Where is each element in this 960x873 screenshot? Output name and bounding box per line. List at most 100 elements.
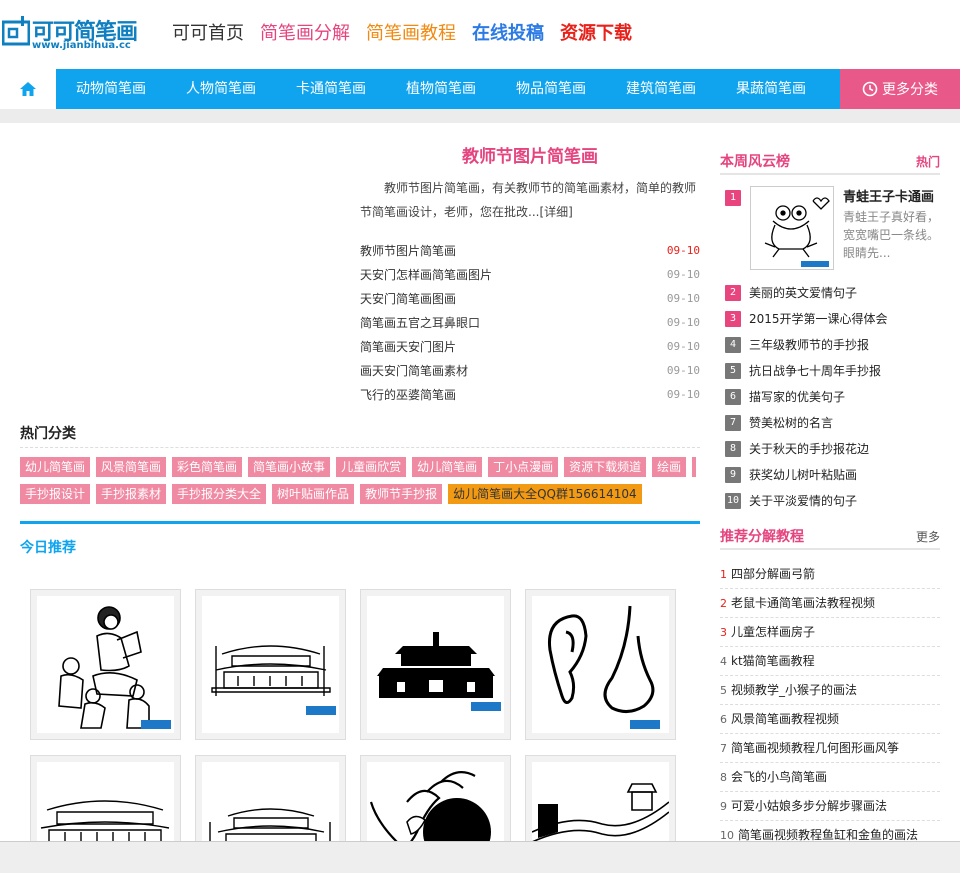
more-categories-button[interactable]: 更多分类 bbox=[840, 69, 960, 109]
list-item-title[interactable]: 飞行的巫婆简笔画 bbox=[360, 383, 456, 407]
tag-link[interactable]: 儿童画欣赏 bbox=[336, 457, 407, 477]
thumbnail-tiananmen-2[interactable] bbox=[360, 589, 511, 740]
rank-link[interactable]: 2015开学第一课心得体会 bbox=[749, 309, 888, 329]
tutorial-link[interactable]: 简笔画视频教程鱼缸和金鱼的画法 bbox=[738, 828, 918, 842]
list-item-title[interactable]: 简笔画五官之耳鼻眼口 bbox=[360, 311, 480, 335]
feature-desc-text: 教师节图片简笔画，有关教师节的简笔画素材，简单的教师节简笔画设计，老师，您在批改… bbox=[360, 181, 697, 219]
rank-link[interactable]: 抗日战争七十周年手抄报 bbox=[749, 361, 881, 381]
site-logo[interactable]: 可可简笔画 www.jianbihua.cc bbox=[0, 12, 140, 52]
tutorial-index: 6 bbox=[720, 713, 727, 726]
list-item[interactable]: 2 美丽的英文爱情句子 bbox=[725, 281, 940, 307]
tag-link[interactable]: 风景简笔画 bbox=[96, 457, 167, 477]
thumbnail-teacher[interactable] bbox=[30, 589, 181, 740]
thumbnail-ear-nose[interactable] bbox=[525, 589, 676, 740]
rank-link[interactable]: 关于平淡爱情的句子 bbox=[749, 491, 857, 511]
list-item[interactable]: 3 2015开学第一课心得体会 bbox=[725, 307, 940, 333]
rank-link[interactable]: 关于秋天的手抄报花边 bbox=[749, 439, 869, 459]
list-item[interactable]: 4 kt猫简笔画教程 bbox=[720, 647, 940, 676]
category-cartoon[interactable]: 卡通简笔画 bbox=[276, 69, 386, 109]
category-building[interactable]: 建筑简笔画 bbox=[606, 69, 716, 109]
tutorial-link[interactable]: 风景简笔画教程视频 bbox=[731, 712, 839, 726]
feature-detail-link[interactable]: [详细] bbox=[539, 205, 572, 219]
tutorial-link[interactable]: 会飞的小鸟简笔画 bbox=[731, 770, 827, 784]
category-people[interactable]: 人物简笔画 bbox=[166, 69, 276, 109]
tag-link[interactable]: 幼儿简笔画 bbox=[20, 457, 91, 477]
list-item-title[interactable]: 天安门简笔画图画 bbox=[360, 287, 456, 311]
list-item[interactable]: 1 四部分解画弓箭 bbox=[720, 560, 940, 589]
tutorial-link[interactable]: 简笔画视频教程几何图形画风筝 bbox=[731, 741, 899, 755]
ranking-top-item[interactable]: 1 青蛙王子卡通画 青蛙王子真好看，宽宽嘴巴一条线。眼睛先... bbox=[725, 186, 940, 272]
tutorials-list: 1 四部分解画弓箭 2 老鼠卡通简笔画法教程视频 3 儿童怎样画房子 4 kt猫简笔画教… bbox=[720, 560, 940, 850]
list-item[interactable]: 7 简笔画视频教程几何图形画风筝 bbox=[720, 734, 940, 763]
section-rule bbox=[20, 521, 700, 524]
tag-link[interactable]: 幼儿简笔画 bbox=[412, 457, 483, 477]
tag-link[interactable]: 教师节手抄报 bbox=[360, 484, 443, 504]
category-object[interactable]: 物品简笔画 bbox=[496, 69, 606, 109]
category-plant[interactable]: 植物简笔画 bbox=[386, 69, 496, 109]
list-item-date: 09-10 bbox=[666, 244, 700, 257]
qq-group-tag[interactable]: 幼儿简笔画大全QQ群156614104 bbox=[448, 484, 642, 504]
list-item[interactable]: 10 关于平淡爱情的句子 bbox=[725, 489, 940, 515]
nav-tutorials[interactable]: 简笔画教程 bbox=[366, 22, 456, 46]
list-item[interactable]: 4 三年级教师节的手抄报 bbox=[725, 333, 940, 359]
tag-link[interactable]: 简笔画小故事 bbox=[248, 457, 331, 477]
category-fruit[interactable]: 果蔬简笔画 bbox=[716, 69, 826, 109]
tutorial-link[interactable]: 四部分解画弓箭 bbox=[731, 567, 815, 581]
list-item[interactable]: 9 可爱小姑娘多步分解步骤画法 bbox=[720, 792, 940, 821]
list-item-title[interactable]: 画天安门简笔画素材 bbox=[360, 359, 468, 383]
nav-home[interactable]: 可可首页 bbox=[172, 22, 244, 46]
list-item-title[interactable]: 简笔画天安门图片 bbox=[360, 335, 456, 359]
list-item-date: 09-10 bbox=[666, 316, 700, 329]
list-item[interactable]: 8 会飞的小鸟简笔画 bbox=[720, 763, 940, 792]
frog-drawing-image[interactable] bbox=[750, 186, 834, 270]
home-button[interactable] bbox=[0, 69, 56, 109]
list-item[interactable]: 天安门简笔画图画 09-10 bbox=[360, 287, 700, 311]
nav-submit[interactable]: 在线投稿 bbox=[472, 22, 544, 46]
list-item[interactable]: 6 描写家的优美句子 bbox=[725, 385, 940, 411]
tutorial-link[interactable]: 可爱小姑娘多步分解步骤画法 bbox=[731, 799, 887, 813]
list-item[interactable]: 6 风景简笔画教程视频 bbox=[720, 705, 940, 734]
tag-link[interactable]: 彩色简笔画 bbox=[172, 457, 243, 477]
tutorial-link[interactable]: 儿童怎样画房子 bbox=[731, 625, 815, 639]
list-item[interactable]: 7 赞美松树的名言 bbox=[725, 411, 940, 437]
list-item[interactable]: 9 获奖幼儿树叶粘贴画 bbox=[725, 463, 940, 489]
rank-link[interactable]: 获奖幼儿树叶粘贴画 bbox=[749, 465, 857, 485]
feature-title[interactable]: 教师节图片简笔画 bbox=[360, 142, 700, 167]
list-item[interactable]: 简笔画天安门图片 09-10 bbox=[360, 335, 700, 359]
list-item-title[interactable]: 教师节图片简笔画 bbox=[360, 239, 456, 263]
tag-link[interactable]: 资源下载频道 bbox=[564, 457, 647, 477]
tutorial-link[interactable]: 视频教学_小猴子的画法 bbox=[731, 683, 857, 697]
tag-link[interactable]: 手抄报素材 bbox=[96, 484, 167, 504]
list-item[interactable]: 教师节图片简笔画 09-10 bbox=[360, 239, 700, 263]
tutorial-link[interactable]: kt猫简笔画教程 bbox=[731, 654, 815, 668]
rank-link[interactable]: 美丽的英文爱情句子 bbox=[749, 283, 857, 303]
list-item[interactable]: 飞行的巫婆简笔画 09-10 bbox=[360, 383, 700, 407]
rank-link[interactable]: 三年级教师节的手抄报 bbox=[749, 335, 869, 355]
list-item[interactable]: 简笔画五官之耳鼻眼口 09-10 bbox=[360, 311, 700, 335]
ranking-hot-link[interactable]: 热门 bbox=[916, 153, 940, 170]
tutorial-link[interactable]: 老鼠卡通简笔画法教程视频 bbox=[731, 596, 875, 610]
list-item[interactable]: 画天安门简笔画素材 09-10 bbox=[360, 359, 700, 383]
list-item[interactable]: 3 儿童怎样画房子 bbox=[720, 618, 940, 647]
nav-downloads[interactable]: 资源下载 bbox=[560, 22, 632, 46]
category-animal[interactable]: 动物简笔画 bbox=[56, 69, 166, 109]
rank-number: 10 bbox=[725, 493, 741, 509]
rank-link[interactable]: 描写家的优美句子 bbox=[749, 387, 845, 407]
rank-top-title[interactable]: 青蛙王子卡通画 bbox=[843, 186, 934, 205]
nav-breakdown[interactable]: 简笔画分解 bbox=[260, 22, 350, 46]
thumbnail-tiananmen-1[interactable] bbox=[195, 589, 346, 740]
list-item[interactable]: 天安门怎样画简笔画图片 09-10 bbox=[360, 263, 700, 287]
tutorials-more-link[interactable]: 更多 bbox=[916, 528, 940, 545]
tag-link[interactable]: 绘画 bbox=[652, 457, 687, 477]
tag-link[interactable]: 树叶贴画作品 bbox=[272, 484, 355, 504]
tag-link[interactable]: 黑 bbox=[692, 457, 696, 477]
rank-link[interactable]: 赞美松树的名言 bbox=[749, 413, 833, 433]
list-item[interactable]: 8 关于秋天的手抄报花边 bbox=[725, 437, 940, 463]
list-item-title[interactable]: 天安门怎样画简笔画图片 bbox=[360, 263, 492, 287]
tag-link[interactable]: 丁小点漫画 bbox=[488, 457, 559, 477]
tag-link[interactable]: 手抄报分类大全 bbox=[172, 484, 267, 504]
list-item[interactable]: 2 老鼠卡通简笔画法教程视频 bbox=[720, 589, 940, 618]
tag-link[interactable]: 手抄报设计 bbox=[20, 484, 91, 504]
list-item[interactable]: 5 视频教学_小猴子的画法 bbox=[720, 676, 940, 705]
list-item[interactable]: 5 抗日战争七十周年手抄报 bbox=[725, 359, 940, 385]
